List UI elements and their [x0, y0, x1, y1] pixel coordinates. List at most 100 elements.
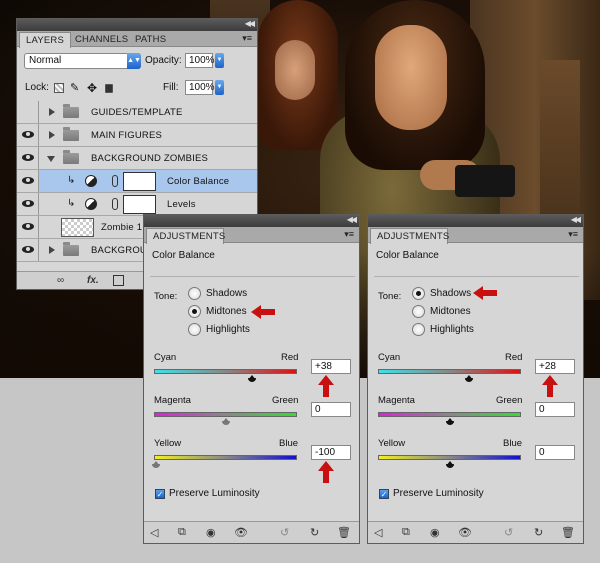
- magenta-green-slider[interactable]: [378, 412, 521, 417]
- preserve-luminosity-checkbox[interactable]: ✓: [379, 489, 389, 499]
- lock-transparency-icon[interactable]: [54, 83, 64, 93]
- radio-shadows[interactable]: [188, 287, 201, 300]
- visibility-toggle[interactable]: [17, 193, 39, 215]
- panel-heading: Color Balance: [376, 250, 439, 261]
- collapse-icon[interactable]: ◀◀: [245, 19, 255, 28]
- panel-menu-icon[interactable]: ▾≡: [568, 229, 578, 240]
- link-icon[interactable]: [112, 198, 118, 210]
- adjustment-layer-icon[interactable]: [85, 198, 97, 210]
- tab-adjustments[interactable]: ADJUSTMENTS: [370, 228, 449, 244]
- layer-thumbnail[interactable]: [61, 218, 94, 237]
- radio-midtones[interactable]: [188, 305, 201, 318]
- opacity-field[interactable]: 100%: [185, 53, 215, 68]
- annotation-arrow: [318, 461, 334, 483]
- expand-arrow-icon[interactable]: [49, 246, 55, 254]
- blend-mode-select[interactable]: Normal ▲▼: [24, 53, 141, 69]
- magenta-green-value[interactable]: 0: [311, 402, 351, 417]
- add-mask-icon[interactable]: [113, 275, 124, 286]
- cyan-red-knob[interactable]: [248, 375, 256, 382]
- adjustments-panel-shadows: ◀◀ ADJUSTMENTS ▾≡ Color Balance Tone: Sh…: [367, 214, 584, 544]
- magenta-green-value[interactable]: 0: [535, 402, 575, 417]
- visibility-toggle[interactable]: [17, 216, 39, 238]
- clip-to-layer-icon[interactable]: ◉: [430, 526, 440, 539]
- visibility-icon[interactable]: 👁: [234, 526, 248, 539]
- layer-name: Color Balance: [167, 176, 230, 187]
- layer-name: BACKGROUND ZOMBIES: [91, 153, 209, 164]
- radio-shadows[interactable]: [412, 287, 425, 300]
- expanded-view-icon[interactable]: ⧉: [178, 526, 186, 539]
- collapse-icon[interactable]: ◀◀: [571, 215, 581, 224]
- visibility-toggle[interactable]: [17, 101, 39, 123]
- return-arrow-icon[interactable]: ◁: [150, 526, 158, 539]
- magenta-green-knob[interactable]: [446, 418, 454, 425]
- reset-icon[interactable]: ↻: [534, 526, 543, 539]
- visibility-toggle[interactable]: [17, 124, 39, 146]
- collapse-arrow-icon[interactable]: [47, 156, 55, 162]
- lock-all-icon[interactable]: [105, 84, 113, 93]
- radio-midtones[interactable]: [412, 305, 425, 318]
- magenta-green-slider[interactable]: [154, 412, 297, 417]
- layer-row-levels[interactable]: ↳ Levels: [17, 193, 257, 216]
- reset-icon[interactable]: ↻: [310, 526, 319, 539]
- fill-field[interactable]: 100%: [185, 80, 215, 95]
- layer-row-background-zombies[interactable]: BACKGROUND ZOMBIES: [17, 147, 257, 170]
- cyan-red-slider[interactable]: [154, 369, 297, 374]
- layer-row-color-balance[interactable]: ↳ Color Balance: [17, 170, 257, 193]
- yellow-blue-slider[interactable]: [378, 455, 521, 460]
- tab-paths[interactable]: PATHS: [129, 32, 172, 47]
- cyan-red-value[interactable]: +28: [535, 359, 575, 374]
- opacity-dropdown-icon[interactable]: ▼: [215, 53, 224, 68]
- panel-menu-icon[interactable]: ▾≡: [344, 229, 354, 240]
- collapse-icon[interactable]: ◀◀: [347, 215, 357, 224]
- yellow-blue-value[interactable]: 0: [535, 445, 575, 460]
- adjustments-titlebar[interactable]: ◀◀: [144, 215, 359, 227]
- layer-mask-thumbnail[interactable]: [123, 195, 156, 214]
- cyan-red-value[interactable]: +38: [311, 359, 351, 374]
- yellow-blue-knob[interactable]: [152, 461, 160, 468]
- tab-adjustments[interactable]: ADJUSTMENTS: [146, 228, 225, 244]
- expanded-view-icon[interactable]: ⧉: [402, 526, 410, 539]
- return-arrow-icon[interactable]: ◁: [374, 526, 382, 539]
- link-icon[interactable]: [112, 175, 118, 187]
- layer-row-guides[interactable]: GUIDES/TEMPLATE: [17, 101, 257, 124]
- magenta-green-knob[interactable]: [222, 418, 230, 425]
- layer-mask-thumbnail[interactable]: [123, 172, 156, 191]
- panel-menu-icon[interactable]: ▾≡: [242, 33, 252, 44]
- adjustments-titlebar[interactable]: ◀◀: [368, 215, 583, 227]
- fx-icon[interactable]: fx.: [87, 275, 99, 286]
- lock-position-icon[interactable]: ✥: [87, 82, 97, 94]
- preserve-luminosity-label: Preserve Luminosity: [169, 488, 260, 499]
- visibility-toggle[interactable]: [17, 170, 39, 192]
- folder-icon: [63, 104, 79, 118]
- layer-row-main-figures[interactable]: MAIN FIGURES: [17, 124, 257, 147]
- layers-titlebar[interactable]: ◀◀: [17, 19, 257, 31]
- tone-highlights-label: Highlights: [430, 324, 474, 335]
- visibility-toggle[interactable]: [17, 147, 39, 169]
- cyan-red-knob[interactable]: [465, 375, 473, 382]
- view-previous-icon[interactable]: ↺: [280, 526, 289, 539]
- yellow-blue-knob[interactable]: [446, 461, 454, 468]
- visibility-icon[interactable]: 👁: [458, 526, 472, 539]
- cyan-red-slider[interactable]: [378, 369, 521, 374]
- trash-icon[interactable]: 🗑: [337, 526, 351, 539]
- link-layers-icon[interactable]: ∞: [57, 275, 64, 286]
- radio-highlights[interactable]: [188, 323, 201, 336]
- radio-highlights[interactable]: [412, 323, 425, 336]
- divider: [150, 276, 355, 277]
- clip-to-layer-icon[interactable]: ◉: [206, 526, 216, 539]
- adjustment-layer-icon[interactable]: [85, 175, 97, 187]
- fill-label: Fill:: [163, 82, 179, 93]
- trash-icon[interactable]: 🗑: [561, 526, 575, 539]
- expand-arrow-icon[interactable]: [49, 108, 55, 116]
- yellow-blue-slider[interactable]: [154, 455, 297, 460]
- expand-arrow-icon[interactable]: [49, 131, 55, 139]
- fill-dropdown-icon[interactable]: ▼: [215, 80, 224, 95]
- view-previous-icon[interactable]: ↺: [504, 526, 513, 539]
- tab-layers[interactable]: LAYERS: [19, 32, 71, 48]
- visibility-toggle[interactable]: [17, 239, 39, 261]
- yellow-blue-value[interactable]: -100: [311, 445, 351, 460]
- lock-pixels-icon[interactable]: ✎: [70, 83, 80, 94]
- blend-mode-value: Normal: [29, 55, 62, 66]
- tab-channels[interactable]: CHANNELS: [69, 32, 134, 47]
- preserve-luminosity-checkbox[interactable]: ✓: [155, 489, 165, 499]
